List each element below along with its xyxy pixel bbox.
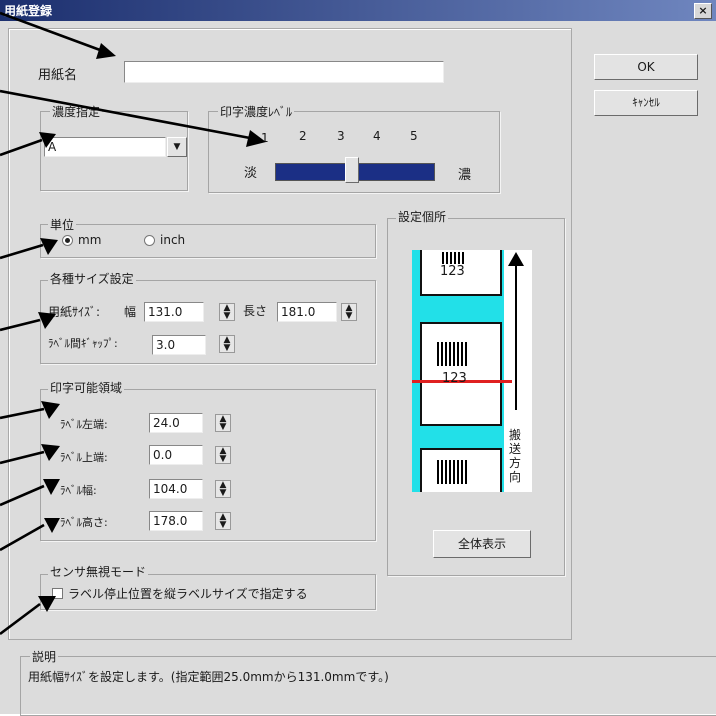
- description-label: 説明: [30, 648, 59, 665]
- print-level-tick-3: 3: [337, 129, 345, 143]
- density-select[interactable]: A: [44, 137, 166, 157]
- label-left-spinner[interactable]: ▲ ▼: [215, 414, 231, 432]
- barcode-icon: [437, 342, 467, 366]
- label-width-spinner[interactable]: ▲ ▼: [215, 480, 231, 498]
- label-height-input[interactable]: 178.0: [149, 511, 203, 531]
- spin-arrows-icon: ▲ ▼: [219, 480, 227, 498]
- label-gap-label: ﾗﾍﾞﾙ間ｷﾞｬｯﾌﾟ:: [48, 337, 118, 350]
- label-height-spinner[interactable]: ▲ ▼: [215, 512, 231, 530]
- feed-dir-char-4: 向: [509, 470, 522, 484]
- paper-name-label: 用紙名: [38, 68, 78, 83]
- label-width-input[interactable]: 104.0: [149, 479, 203, 499]
- sensor-mode-checkbox[interactable]: [52, 588, 63, 599]
- unit-group-label: 単位: [48, 216, 77, 233]
- label-left-label: ﾗﾍﾞﾙ左端:: [60, 418, 108, 431]
- spin-arrows-icon: ▲ ▼: [345, 303, 353, 321]
- description-group: [20, 656, 716, 716]
- description-text: 用紙幅ｻｲｽﾞを設定します。(指定範囲25.0mmから131.0mmです。): [28, 670, 389, 684]
- density-group-label: 濃度指定: [50, 103, 103, 120]
- print-level-tick-4: 4: [373, 129, 381, 143]
- label-gap-spinner[interactable]: ▲ ▼: [219, 335, 235, 353]
- setting-area-group-label: 設定個所: [396, 208, 449, 225]
- feed-dir-char-1: 搬: [509, 428, 522, 442]
- length-spinner[interactable]: ▲ ▼: [341, 303, 357, 321]
- spin-arrows-icon: ▲ ▼: [219, 446, 227, 464]
- feed-dir-char-2: 送: [509, 442, 522, 456]
- feed-arrow-icon: [508, 252, 524, 410]
- print-level-tick-2: 2: [299, 129, 307, 143]
- width-spinner[interactable]: ▲ ▼: [219, 303, 235, 321]
- sensor-mode-group-label: センサ無視モード: [48, 563, 149, 580]
- length-label: 長さ: [243, 304, 268, 318]
- close-button[interactable]: ×: [694, 3, 712, 19]
- width-input[interactable]: 131.0: [144, 302, 204, 322]
- window-title: 用紙登録: [4, 4, 53, 18]
- print-level-slider-thumb[interactable]: [345, 157, 359, 183]
- label-height-label: ﾗﾍﾞﾙ高さ:: [60, 516, 108, 529]
- paper-name-input[interactable]: [124, 61, 444, 83]
- label-left-input[interactable]: 24.0: [149, 413, 203, 433]
- print-level-low-label: 淡: [244, 166, 258, 181]
- label-top-label: ﾗﾍﾞﾙ上端:: [60, 451, 108, 464]
- label-width-label: ﾗﾍﾞﾙ幅:: [60, 484, 97, 497]
- size-group-label: 各種サイズ設定: [48, 270, 136, 287]
- label-gap-input[interactable]: 3.0: [152, 335, 206, 355]
- spin-arrows-icon: ▲ ▼: [219, 414, 227, 432]
- label-top-spinner[interactable]: ▲ ▼: [215, 446, 231, 464]
- barcode-text-top: 123: [440, 264, 465, 279]
- barcode-icon: [437, 460, 467, 484]
- size-group: [40, 280, 376, 364]
- paper-size-label: 用紙ｻｲｽﾞ:: [48, 305, 101, 319]
- print-level-high-label: 濃: [458, 168, 472, 183]
- title-bar: 用紙登録 ×: [0, 0, 716, 21]
- show-all-button[interactable]: 全体表示: [433, 530, 531, 558]
- spin-arrows-icon: ▲ ▼: [223, 303, 231, 321]
- chevron-down-icon: ▼: [173, 142, 181, 152]
- print-level-group-label: 印字濃度ﾚﾍﾞﾙ: [218, 103, 295, 120]
- density-dropdown-button[interactable]: ▼: [167, 137, 187, 157]
- print-level-tick-1: 1: [261, 131, 269, 145]
- label-top-input[interactable]: 0.0: [149, 445, 203, 465]
- feed-dir-char-3: 方: [509, 456, 522, 470]
- barcode-icon: [442, 252, 466, 264]
- length-input[interactable]: 181.0: [277, 302, 337, 322]
- cancel-button[interactable]: ｷｬﾝｾﾙ: [594, 90, 698, 116]
- barcode-text-current: 123: [442, 371, 467, 386]
- width-label: 幅: [124, 305, 137, 319]
- spin-arrows-icon: ▲ ▼: [219, 512, 227, 530]
- print-area-group-label: 印字可能領域: [48, 379, 125, 396]
- paper-registration-dialog: 用紙登録 × 用紙名 濃度指定 A ▼ 印字濃度ﾚﾍﾞﾙ 1 2 3 4 5 淡…: [0, 0, 716, 716]
- ok-button[interactable]: OK: [594, 54, 698, 80]
- unit-mm-label: mm: [78, 233, 102, 247]
- unit-mm-radio[interactable]: [62, 235, 73, 246]
- print-level-tick-5: 5: [410, 129, 418, 143]
- spin-arrows-icon: ▲ ▼: [223, 335, 231, 353]
- sensor-mode-checkbox-label: ラベル停止位置を縦ラベルサイズで指定する: [68, 587, 308, 601]
- unit-inch-radio[interactable]: [144, 235, 155, 246]
- unit-inch-label: inch: [160, 233, 186, 247]
